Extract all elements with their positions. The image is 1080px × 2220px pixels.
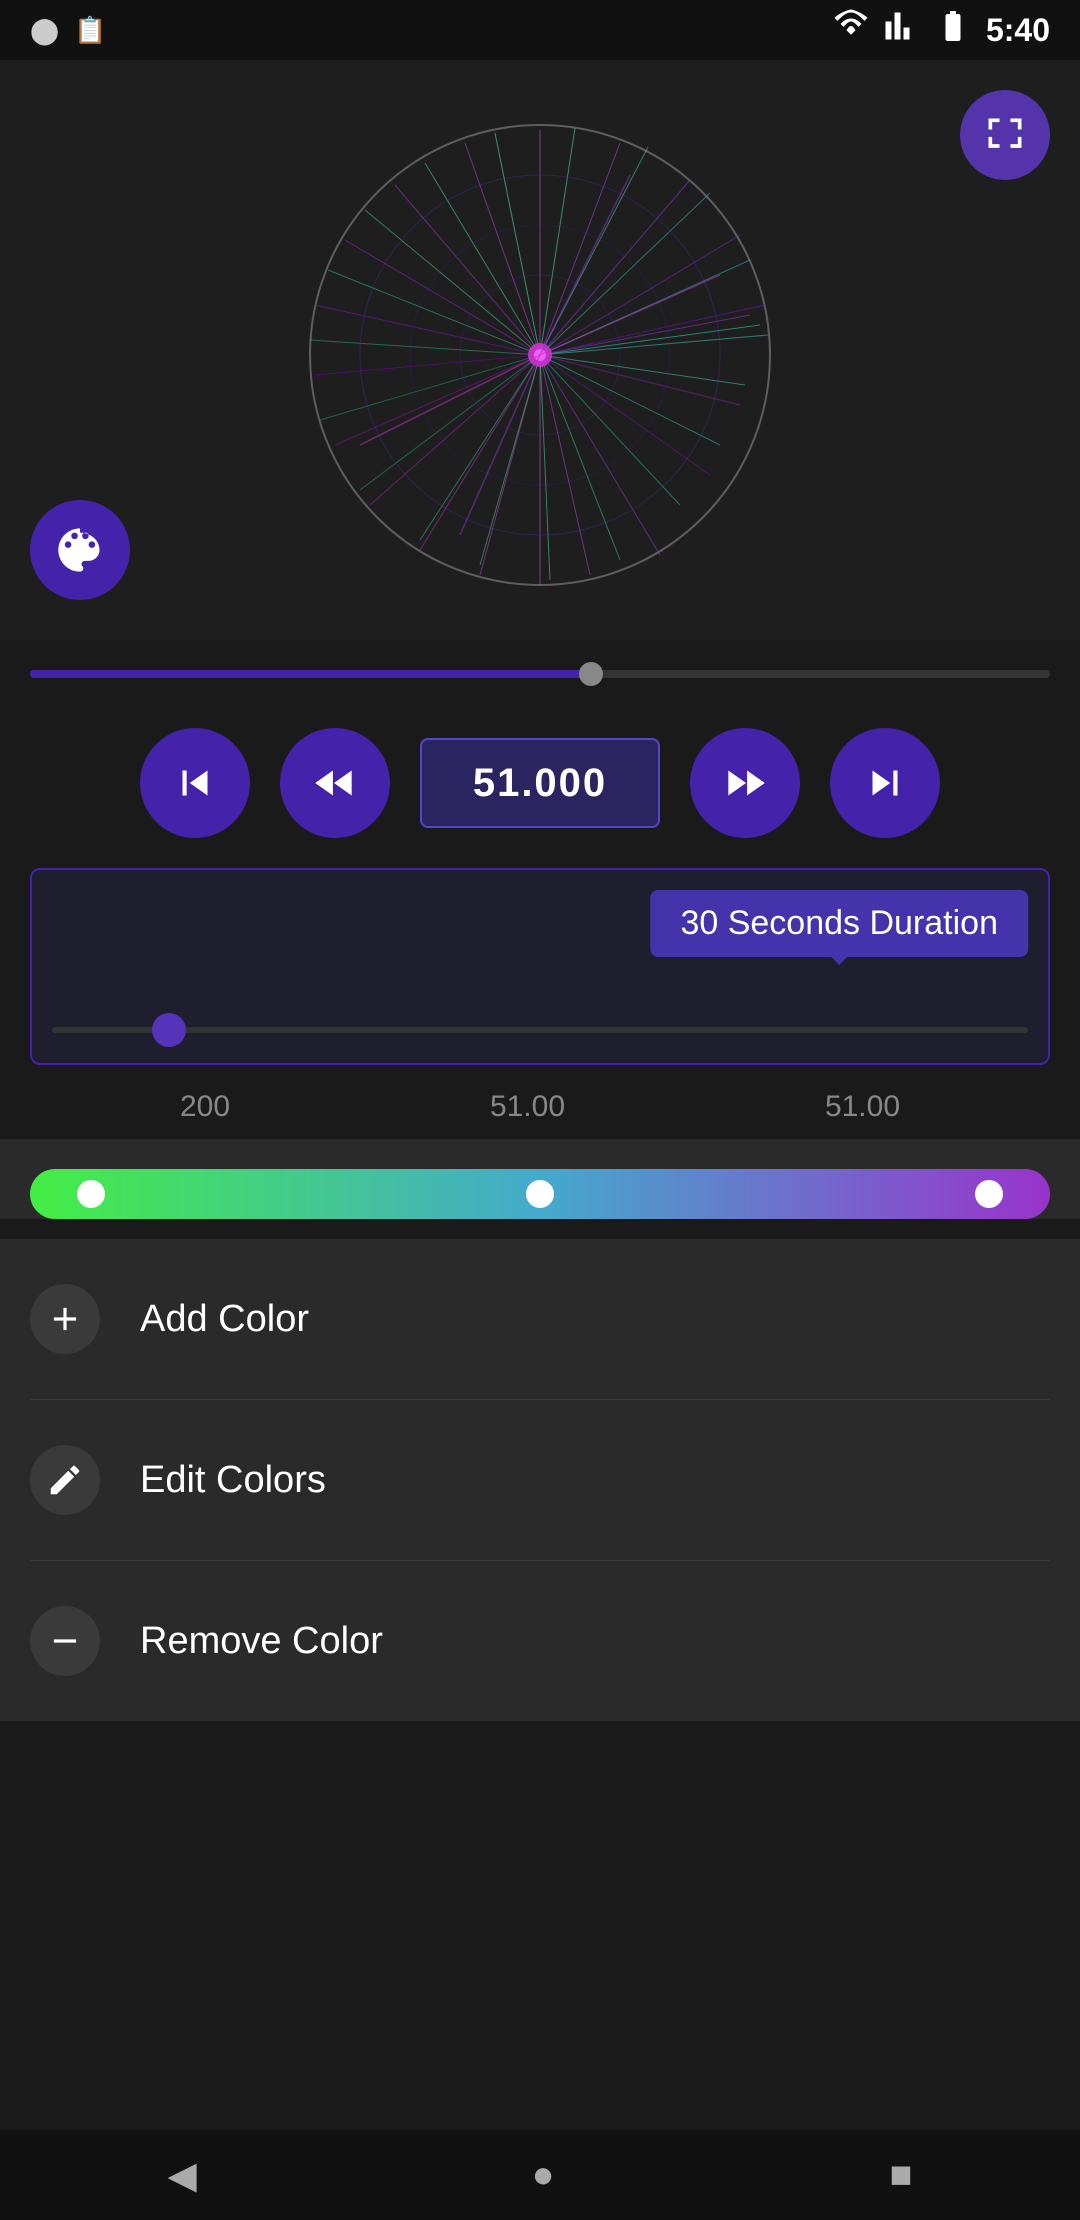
skip-forward-button[interactable]: [830, 728, 940, 838]
fast-forward-button[interactable]: [690, 728, 800, 838]
expand-button[interactable]: [960, 90, 1050, 180]
value-center: 51.00: [490, 1090, 565, 1124]
signal-icon: ⬤: [30, 15, 59, 46]
clock-display: 5:40: [986, 12, 1050, 49]
seek-thumb[interactable]: [579, 662, 603, 686]
rewind-button[interactable]: [280, 728, 390, 838]
gradient-thumb-mid[interactable]: [526, 1180, 554, 1208]
edit-colors-label: Edit Colors: [140, 1459, 326, 1502]
remove-color-item[interactable]: Remove Color: [30, 1561, 1050, 1721]
edit-colors-item[interactable]: Edit Colors: [30, 1400, 1050, 1561]
fast-forward-icon: [720, 758, 770, 808]
remove-color-label: Remove Color: [140, 1620, 383, 1663]
color-section: [0, 1139, 1080, 1219]
value-right: 51.00: [825, 1090, 900, 1124]
controls-row: 51.000: [0, 698, 1080, 868]
skip-forward-icon: [860, 758, 910, 808]
minus-icon: [46, 1622, 84, 1660]
edit-colors-icon-circle: [30, 1445, 100, 1515]
duration-track[interactable]: [52, 1027, 1028, 1033]
pencil-icon: [46, 1461, 84, 1499]
value-labels: 200 51.00 51.00: [0, 1075, 1080, 1139]
status-right: 5:40: [833, 8, 1050, 52]
skip-back-button[interactable]: [140, 728, 250, 838]
seek-section[interactable]: [0, 650, 1080, 698]
add-color-item[interactable]: Add Color: [30, 1239, 1050, 1400]
palette-icon: [54, 524, 106, 576]
recent-nav-button[interactable]: ■: [880, 2144, 923, 2207]
status-bar: ⬤ 📋 5:40: [0, 0, 1080, 60]
palette-button[interactable]: [30, 500, 130, 600]
add-color-icon-circle: [30, 1284, 100, 1354]
remove-color-icon-circle: [30, 1606, 100, 1676]
time-display: 51.000: [420, 738, 660, 828]
value-left: 200: [180, 1090, 230, 1124]
signal-bars-icon: [884, 8, 920, 52]
plus-icon: [46, 1300, 84, 1338]
wifi-icon: [833, 8, 869, 52]
seek-fill: [30, 670, 591, 678]
time-value: 51.000: [473, 761, 607, 806]
seek-track[interactable]: [30, 670, 1050, 678]
spirograph-display: [290, 105, 790, 605]
gradient-thumb-left[interactable]: [77, 1180, 105, 1208]
duration-thumb[interactable]: [152, 1013, 186, 1047]
bottom-nav: ◀ ● ■: [0, 2130, 1080, 2220]
menu-list: Add Color Edit Colors Remove Color: [0, 1239, 1080, 1721]
gradient-thumb-right[interactable]: [975, 1180, 1003, 1208]
skip-back-icon: [170, 758, 220, 808]
expand-icon: [983, 113, 1027, 157]
duration-section[interactable]: 30 Seconds Duration: [30, 868, 1050, 1065]
rewind-icon: [310, 758, 360, 808]
status-left: ⬤ 📋: [30, 15, 106, 46]
add-color-label: Add Color: [140, 1298, 309, 1341]
clipboard-icon: 📋: [74, 15, 106, 46]
battery-icon: [935, 8, 971, 52]
home-nav-button[interactable]: ●: [522, 2144, 565, 2207]
visualization-area: [0, 60, 1080, 640]
back-nav-button[interactable]: ◀: [157, 2143, 206, 2208]
duration-tooltip: 30 Seconds Duration: [650, 890, 1028, 957]
gradient-bar[interactable]: [30, 1169, 1050, 1219]
